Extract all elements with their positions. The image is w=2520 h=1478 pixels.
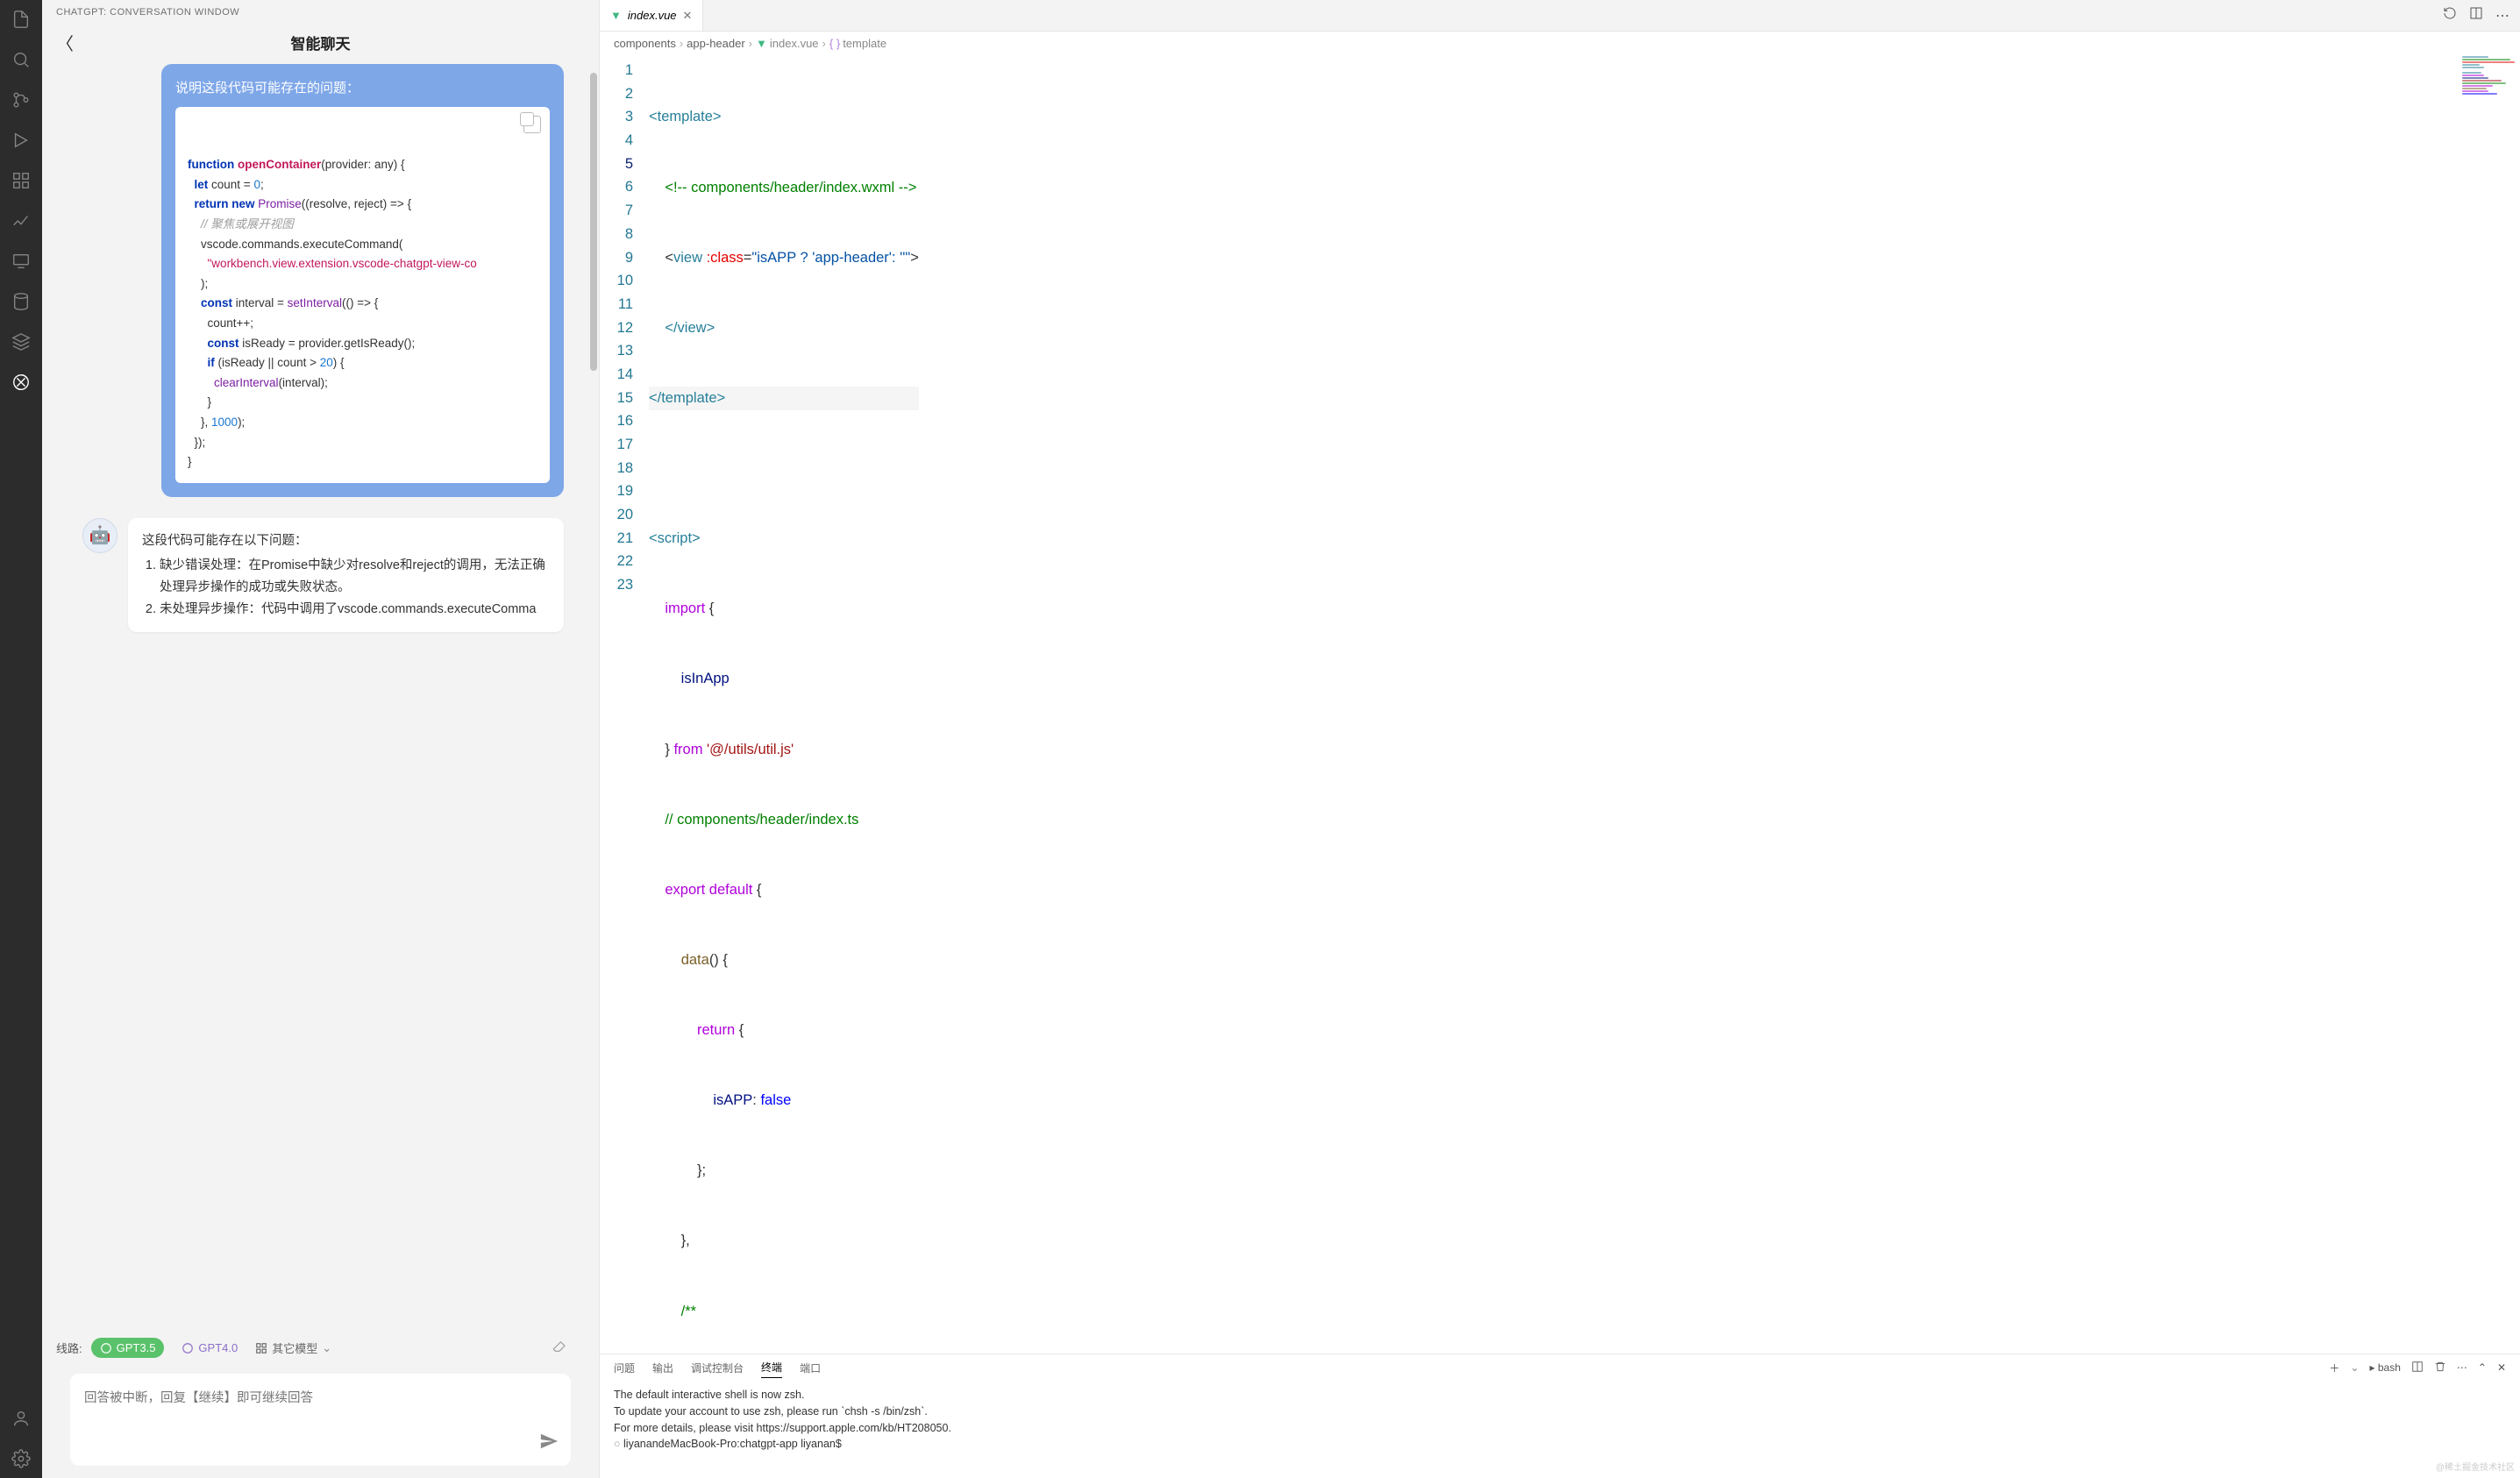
scrollbar[interactable] — [588, 64, 599, 1334]
user-message-bubble: 说明这段代码可能存在的问题： function openContainer(pr… — [161, 64, 564, 497]
tab-close-button[interactable]: ✕ — [683, 9, 693, 23]
terminal-tabs: 问题 输出 调试控制台 终端 端口 ＋ ⌄ ▸ bash ⋯ ⌃ ✕ — [600, 1354, 2520, 1383]
tab-problems[interactable]: 问题 — [614, 1361, 635, 1378]
chat-footer — [42, 1363, 599, 1478]
account-icon[interactable] — [11, 1408, 32, 1429]
terminal-output[interactable]: The default interactive shell is now zsh… — [600, 1383, 2520, 1478]
chat-header: 〈 智能聊天 — [42, 25, 599, 64]
chat-title: 智能聊天 — [74, 32, 567, 53]
other-models-button[interactable]: 其它模型 ⌄ — [255, 1339, 331, 1356]
vue-file-icon: ▼ — [756, 37, 767, 50]
chevron-down-icon: ⌄ — [322, 1341, 331, 1355]
close-panel-icon[interactable]: ✕ — [2497, 1361, 2506, 1376]
go-back-icon[interactable] — [2443, 6, 2457, 25]
model-selector-row: 线路: GPT3.5 GPT4.0 其它模型 ⌄ — [42, 1334, 599, 1363]
watermark: @稀土掘金技术社区 — [2436, 1460, 2515, 1473]
bot-issue-2: 未处理异步操作：代码中调用了vscode.commands.executeCom… — [160, 599, 550, 621]
route-label: 线路: — [56, 1339, 82, 1356]
tab-ports[interactable]: 端口 — [800, 1361, 821, 1378]
panel-title: CHATGPT: CONVERSATION WINDOW — [42, 0, 599, 25]
files-icon[interactable] — [11, 9, 32, 30]
terminal-panel: 问题 输出 调试控制台 终端 端口 ＋ ⌄ ▸ bash ⋯ ⌃ ✕ The d… — [600, 1354, 2520, 1478]
editor-tab[interactable]: ▼ index.vue ✕ — [600, 0, 703, 31]
code-lines: <template> <!-- components/header/index.… — [649, 55, 919, 1354]
chat-input-box — [70, 1374, 571, 1466]
back-button[interactable]: 〈 — [56, 30, 74, 55]
bot-intro: 这段代码可能存在以下问题： — [142, 530, 550, 552]
new-terminal-icon[interactable]: ＋ — [2329, 1361, 2339, 1378]
remote-icon[interactable] — [11, 251, 32, 272]
line-gutter: 1234567891011121314151617181920212223 — [600, 55, 649, 1354]
code-editor[interactable]: 1234567891011121314151617181920212223 <t… — [600, 55, 2520, 1354]
minimap[interactable] — [2459, 55, 2520, 231]
run-debug-icon[interactable] — [11, 130, 32, 151]
vue-file-icon: ▼ — [610, 9, 622, 22]
layers-icon[interactable] — [11, 331, 32, 352]
split-terminal-icon[interactable] — [2411, 1361, 2424, 1378]
bot-message-bubble: 这段代码可能存在以下问题： 缺少错误处理：在Promise中缺少对resolve… — [128, 518, 564, 633]
more-actions-icon[interactable]: ⋯ — [2495, 7, 2509, 25]
kill-terminal-icon[interactable] — [2434, 1361, 2446, 1378]
editor-area: ▼ index.vue ✕ ⋯ components› app-header› … — [600, 0, 2520, 1478]
tab-filename: index.vue — [628, 9, 677, 22]
user-prompt: 说明这段代码可能存在的问题： — [175, 78, 550, 96]
search-icon[interactable] — [11, 49, 32, 70]
terminal-shell-label[interactable]: ▸ bash — [2369, 1361, 2400, 1376]
settings-gear-icon[interactable] — [11, 1448, 32, 1469]
chat-input[interactable] — [70, 1374, 571, 1461]
send-button[interactable] — [539, 1432, 559, 1455]
extensions-icon[interactable] — [11, 170, 32, 191]
source-control-icon[interactable] — [11, 89, 32, 110]
tab-output[interactable]: 输出 — [652, 1361, 673, 1378]
chatgpt-icon[interactable] — [11, 372, 32, 393]
chat-panel: CHATGPT: CONVERSATION WINDOW 〈 智能聊天 说明这段… — [42, 0, 600, 1478]
bot-avatar-icon: 🤖 — [82, 518, 117, 553]
tab-terminal[interactable]: 终端 — [761, 1360, 782, 1378]
symbol-icon: { } — [829, 37, 840, 50]
tab-debug-console[interactable]: 调试控制台 — [691, 1361, 744, 1378]
tab-bar: ▼ index.vue ✕ ⋯ — [600, 0, 2520, 32]
tab-actions: ⋯ — [2443, 0, 2520, 31]
clear-chat-button[interactable] — [552, 1339, 567, 1357]
chevron-down-icon[interactable]: ⌄ — [2350, 1361, 2359, 1376]
copy-code-button[interactable] — [523, 116, 541, 133]
bot-message-row: 🤖 这段代码可能存在以下问题： 缺少错误处理：在Promise中缺少对resol… — [82, 518, 564, 633]
model-gpt40-pill[interactable]: GPT4.0 — [173, 1338, 246, 1358]
split-editor-icon[interactable] — [2469, 6, 2483, 25]
breadcrumb[interactable]: components› app-header› ▼index.vue› { }t… — [600, 32, 2520, 55]
maximize-panel-icon[interactable]: ⌃ — [2478, 1361, 2487, 1376]
chat-body[interactable]: 说明这段代码可能存在的问题： function openContainer(pr… — [42, 64, 599, 1334]
model-gpt35-pill[interactable]: GPT3.5 — [91, 1338, 165, 1358]
bot-issue-1: 缺少错误处理：在Promise中缺少对resolve和reject的调用，无法正… — [160, 555, 550, 598]
code-block: function openContainer(provider: any) { … — [175, 107, 550, 483]
activity-bar — [0, 0, 42, 1478]
database-icon[interactable] — [11, 291, 32, 312]
more-icon[interactable]: ⋯ — [2457, 1361, 2467, 1376]
graph-icon[interactable] — [11, 210, 32, 231]
